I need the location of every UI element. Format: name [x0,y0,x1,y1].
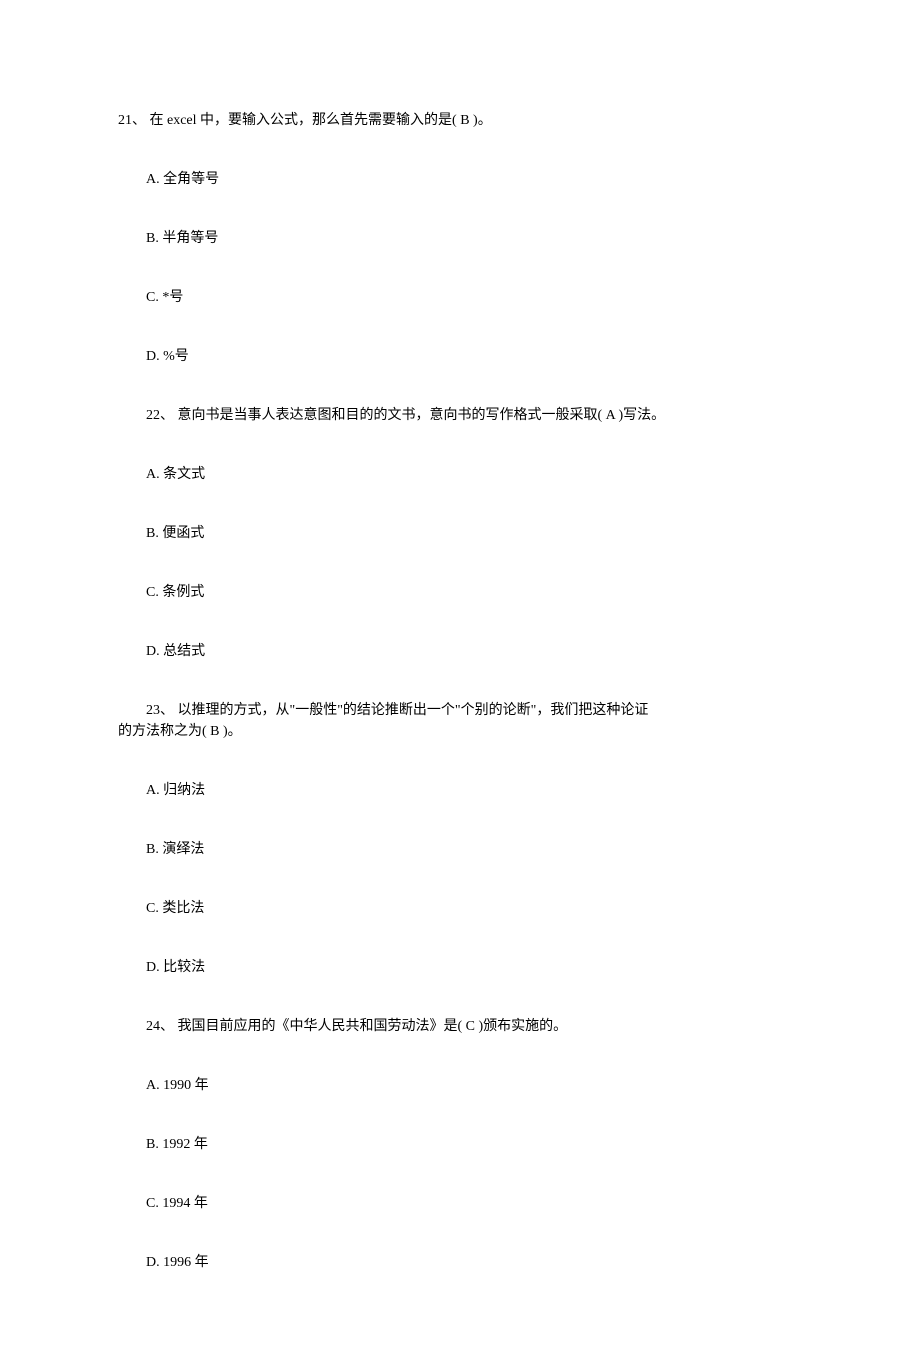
question-24-text: 24、 我国目前应用的《中华人民共和国劳动法》是( C )颁布实施的。 [146,1016,802,1037]
question-24: 24、 我国目前应用的《中华人民共和国劳动法》是( C )颁布实施的。 A. 1… [118,1016,802,1273]
question-22-option-b: B. 便函式 [146,523,802,544]
question-22: 22、 意向书是当事人表达意图和目的的文书，意向书的写作格式一般采取( A )写… [118,405,802,662]
question-24-option-a: A. 1990 年 [146,1075,802,1096]
question-23-option-a: A. 归纳法 [146,780,802,801]
question-23-text-line2: 的方法称之为( B )。 [118,721,802,742]
question-23-option-d: D. 比较法 [146,957,802,978]
question-21-text: 21、 在 excel 中，要输入公式，那么首先需要输入的是( B )。 [118,110,802,131]
question-22-option-d: D. 总结式 [146,641,802,662]
question-21-option-b: B. 半角等号 [146,228,802,249]
question-23-text-line1: 23、 以推理的方式，从"一般性"的结论推断出一个"个别的论断"，我们把这种论证 [146,700,802,721]
question-24-option-d: D. 1996 年 [146,1252,802,1273]
question-23-option-c: C. 类比法 [146,898,802,919]
question-22-option-c: C. 条例式 [146,582,802,603]
question-21-option-c: C. *号 [146,287,802,308]
question-24-option-b: B. 1992 年 [146,1134,802,1155]
question-21-option-d: D. %号 [146,346,802,367]
question-21-option-a: A. 全角等号 [146,169,802,190]
question-23-option-b: B. 演绎法 [146,839,802,860]
question-21: 21、 在 excel 中，要输入公式，那么首先需要输入的是( B )。 A. … [118,110,802,367]
question-24-option-c: C. 1994 年 [146,1193,802,1214]
question-23-text: 23、 以推理的方式，从"一般性"的结论推断出一个"个别的论断"，我们把这种论证… [118,700,802,742]
question-23: 23、 以推理的方式，从"一般性"的结论推断出一个"个别的论断"，我们把这种论证… [118,700,802,978]
question-22-text: 22、 意向书是当事人表达意图和目的的文书，意向书的写作格式一般采取( A )写… [146,405,802,426]
question-22-option-a: A. 条文式 [146,464,802,485]
